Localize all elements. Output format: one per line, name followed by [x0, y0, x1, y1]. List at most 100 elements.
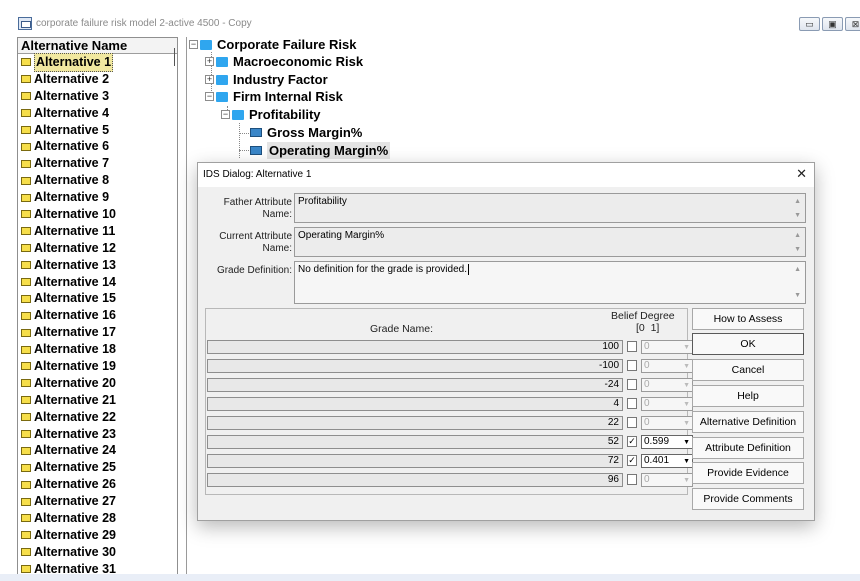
list-item[interactable]: Alternative 13 — [18, 257, 177, 274]
list-item[interactable]: Alternative 17 — [18, 324, 177, 341]
tree-node-label: Operating Margin% — [267, 142, 391, 159]
scroll-down-icon[interactable]: ▼ — [794, 210, 801, 222]
chevron-down-icon[interactable]: ▼ — [683, 418, 690, 430]
alternative-icon — [21, 565, 31, 574]
belief-degree-select[interactable]: 0 ▼ — [641, 378, 693, 392]
alternative-icon — [21, 480, 31, 489]
list-item[interactable]: Alternative 23 — [18, 426, 177, 443]
tree-node-operating-margin[interactable]: Operating Margin% — [250, 142, 391, 159]
list-item[interactable]: Alternative 28 — [18, 510, 177, 527]
grade-name-cell: 52 — [207, 435, 623, 449]
alternatives-list[interactable]: Alternative Name Alternative 1 Alternativ… — [17, 37, 178, 581]
expand-icon[interactable]: + — [205, 57, 214, 66]
minimize-button[interactable]: ▭ — [799, 17, 820, 31]
belief-degree-select[interactable]: 0 ▼ — [641, 359, 693, 373]
cancel-button[interactable]: Cancel — [692, 359, 804, 381]
attribute-definition-button[interactable]: Attribute Definition — [692, 437, 804, 459]
chevron-down-icon[interactable]: ▼ — [683, 342, 690, 354]
grade-checkbox[interactable] — [627, 474, 637, 485]
list-item[interactable]: Alternative 26 — [18, 476, 177, 493]
scroll-up-icon[interactable]: ▲ — [794, 196, 801, 208]
list-item[interactable]: Alternative 11 — [18, 223, 177, 240]
list-item[interactable]: Alternative 10 — [18, 206, 177, 223]
collapse-icon[interactable]: − — [189, 40, 198, 49]
scroll-up-icon[interactable]: ▲ — [794, 264, 801, 276]
tree-node-macroeconomic[interactable]: + Macroeconomic Risk — [205, 53, 363, 70]
grade-definition-field[interactable]: No definition for the grade is provided.… — [294, 261, 806, 304]
scroll-down-icon[interactable]: ▼ — [794, 244, 801, 256]
belief-degree-select[interactable]: 0 ▼ — [641, 340, 693, 354]
alternative-icon — [21, 92, 31, 101]
provide-comments-button[interactable]: Provide Comments — [692, 488, 804, 510]
collapse-icon[interactable]: − — [205, 92, 214, 101]
grade-checkbox[interactable] — [627, 417, 637, 428]
alternative-icon — [21, 311, 31, 320]
list-item[interactable]: Alternative 27 — [18, 493, 177, 510]
grade-checkbox[interactable] — [627, 398, 637, 409]
alternative-label: Alternative 1 — [34, 52, 114, 72]
list-item[interactable]: Alternative 20 — [18, 375, 177, 392]
list-item[interactable]: Alternative 30 — [18, 544, 177, 561]
belief-degree-value: 0 — [644, 341, 650, 352]
grade-checkbox[interactable] — [627, 379, 637, 390]
chevron-down-icon[interactable]: ▼ — [683, 456, 690, 468]
expand-icon[interactable]: + — [205, 75, 214, 84]
belief-degree-select[interactable]: 0.401 ▼ — [641, 454, 693, 468]
alternative-icon — [21, 294, 31, 303]
list-item[interactable]: Alternative 21 — [18, 392, 177, 409]
list-item[interactable]: Alternative 2 — [18, 71, 177, 88]
chevron-down-icon[interactable]: ▼ — [683, 475, 690, 487]
pane-splitter[interactable] — [174, 48, 175, 66]
collapse-icon[interactable]: − — [221, 110, 230, 119]
list-item[interactable]: Alternative 19 — [18, 358, 177, 375]
list-item[interactable]: Alternative 9 — [18, 189, 177, 206]
chevron-down-icon[interactable]: ▼ — [683, 437, 690, 449]
tree-node-label: Industry Factor — [233, 72, 328, 87]
list-item[interactable]: Alternative 22 — [18, 409, 177, 426]
list-item[interactable]: Alternative 12 — [18, 240, 177, 257]
tree-node-firm-internal[interactable]: − Firm Internal Risk — [205, 88, 343, 105]
tree-node-industry[interactable]: + Industry Factor — [205, 71, 328, 88]
alternatives-list-header[interactable]: Alternative Name — [18, 38, 177, 54]
list-item[interactable]: Alternative 1 — [18, 52, 177, 72]
tree-node-gross-margin[interactable]: Gross Margin% — [250, 124, 362, 141]
close-window-button[interactable]: ⊠ — [845, 17, 860, 31]
list-item[interactable]: Alternative 15 — [18, 290, 177, 307]
scroll-up-icon[interactable]: ▲ — [794, 230, 801, 242]
belief-degree-select[interactable]: 0 ▼ — [641, 397, 693, 411]
grade-checkbox[interactable]: ✓ — [627, 455, 637, 466]
maximize-button[interactable]: ▣ — [822, 17, 843, 31]
list-item[interactable]: Alternative 4 — [18, 105, 177, 122]
list-item[interactable]: Alternative 6 — [18, 138, 177, 155]
belief-degree-select[interactable]: 0 ▼ — [641, 416, 693, 430]
provide-evidence-button[interactable]: Provide Evidence — [692, 462, 804, 484]
list-item[interactable]: Alternative 7 — [18, 155, 177, 172]
list-item[interactable]: Alternative 29 — [18, 527, 177, 544]
alternative-label: Alternative 20 — [34, 375, 116, 390]
list-item[interactable]: Alternative 3 — [18, 88, 177, 105]
grade-checkbox[interactable] — [627, 360, 637, 371]
list-item[interactable]: Alternative 8 — [18, 172, 177, 189]
close-icon[interactable]: ✕ — [796, 166, 807, 182]
grade-checkbox[interactable] — [627, 341, 637, 352]
list-item[interactable]: Alternative 14 — [18, 274, 177, 291]
list-item[interactable]: Alternative 24 — [18, 442, 177, 459]
tree-node-root[interactable]: − Corporate Failure Risk — [189, 36, 356, 53]
chevron-down-icon[interactable]: ▼ — [683, 361, 690, 373]
help-button[interactable]: Help — [692, 385, 804, 407]
alternative-definition-button[interactable]: Alternative Definition — [692, 411, 804, 433]
how-to-assess-button[interactable]: How to Assess — [692, 308, 804, 330]
chevron-down-icon[interactable]: ▼ — [683, 380, 690, 392]
list-item[interactable]: Alternative 16 — [18, 307, 177, 324]
alternatives-items: Alternative 1 Alternative 2 Alternative 3 A… — [18, 52, 177, 580]
belief-degree-select[interactable]: 0.599 ▼ — [641, 435, 693, 449]
chevron-down-icon[interactable]: ▼ — [683, 399, 690, 411]
grade-checkbox[interactable]: ✓ — [627, 436, 637, 447]
ok-button[interactable]: OK — [692, 333, 804, 355]
tree-node-profitability[interactable]: − Profitability — [221, 106, 321, 123]
scroll-down-icon[interactable]: ▼ — [794, 290, 801, 302]
list-item[interactable]: Alternative 18 — [18, 341, 177, 358]
list-item[interactable]: Alternative 25 — [18, 459, 177, 476]
belief-degree-select[interactable]: 0 ▼ — [641, 473, 693, 487]
list-item[interactable]: Alternative 5 — [18, 122, 177, 139]
